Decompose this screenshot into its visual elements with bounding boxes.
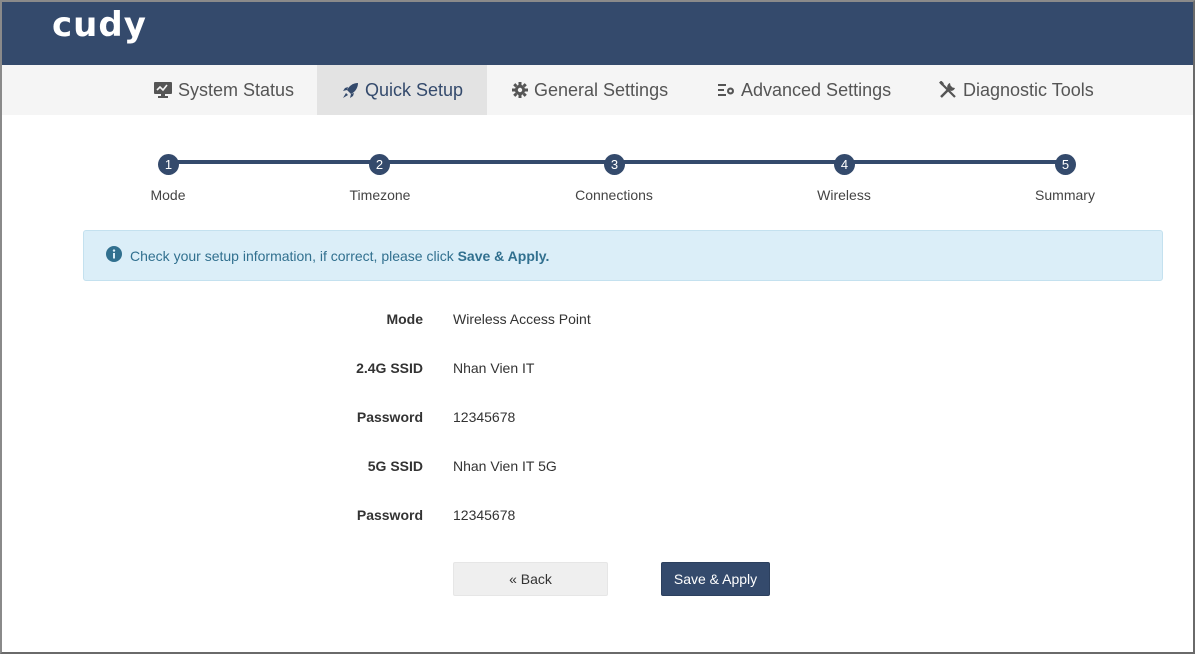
summary-value: Wireless Access Point bbox=[453, 311, 591, 327]
summary-row-24g-ssid: 2.4G SSID Nhan Vien IT bbox=[2, 360, 1193, 380]
step-2-label: Timezone bbox=[349, 187, 411, 203]
nav-label: System Status bbox=[178, 79, 295, 100]
step-3-label: Connections bbox=[575, 187, 653, 203]
summary-value: 12345678 bbox=[453, 507, 516, 523]
summary-value: Nhan Vien IT 5G bbox=[453, 458, 557, 474]
cudy-logo[interactable]: cudy bbox=[52, 5, 147, 45]
nav-label: Quick Setup bbox=[365, 79, 464, 100]
summary-value: Nhan Vien IT bbox=[453, 360, 535, 376]
info-icon bbox=[106, 246, 122, 265]
monitor-icon bbox=[154, 82, 172, 98]
summary-row-5g-ssid: 5G SSID Nhan Vien IT 5G bbox=[2, 458, 1193, 478]
step-5-marker: 5 bbox=[1055, 154, 1076, 175]
nav-label: Diagnostic Tools bbox=[963, 79, 1094, 100]
summary-row-mode: Mode Wireless Access Point bbox=[2, 311, 1193, 331]
summary-label: 2.4G SSID bbox=[356, 360, 423, 376]
step-2-marker: 2 bbox=[369, 154, 390, 175]
alert-text: Check your setup information, if correct… bbox=[130, 247, 550, 264]
save-apply-button[interactable]: Save & Apply bbox=[661, 562, 770, 596]
rocket-icon bbox=[342, 82, 359, 99]
summary-label: Mode bbox=[386, 311, 423, 327]
step-4-marker: 4 bbox=[834, 154, 855, 175]
step-4-label: Wireless bbox=[817, 187, 871, 203]
gear-icon bbox=[512, 82, 528, 98]
info-alert: Check your setup information, if correct… bbox=[83, 230, 1163, 281]
summary-value: 12345678 bbox=[453, 409, 516, 425]
back-button[interactable]: « Back bbox=[453, 562, 608, 596]
summary-row-24g-password: Password 12345678 bbox=[2, 409, 1193, 429]
nav-label: Advanced Settings bbox=[741, 79, 892, 100]
alert-emphasis: Save & Apply. bbox=[457, 247, 550, 264]
nav-diagnostic-tools[interactable]: Diagnostic Tools bbox=[939, 65, 1094, 115]
nav-label: General Settings bbox=[534, 79, 669, 100]
summary-row-5g-password: Password 12345678 bbox=[2, 507, 1193, 527]
nav-general-settings[interactable]: General Settings bbox=[512, 65, 668, 115]
advanced-settings-icon bbox=[718, 83, 735, 97]
step-1-marker: 1 bbox=[158, 154, 179, 175]
router-admin-window: cudy System Status Quick Setup General S… bbox=[0, 0, 1195, 654]
top-header: cudy bbox=[2, 2, 1193, 65]
nav-advanced-settings[interactable]: Advanced Settings bbox=[718, 65, 891, 115]
step-1-label: Mode bbox=[150, 187, 186, 203]
nav-system-status[interactable]: System Status bbox=[154, 65, 294, 115]
nav-quick-setup[interactable]: Quick Setup bbox=[317, 65, 487, 115]
summary-label: Password bbox=[356, 409, 423, 425]
summary-label: 5G SSID bbox=[367, 458, 423, 474]
summary-label: Password bbox=[356, 507, 423, 523]
tools-icon bbox=[939, 81, 957, 99]
main-nav: System Status Quick Setup General Settin… bbox=[2, 65, 1193, 115]
step-5-label: Summary bbox=[1035, 187, 1095, 203]
step-3-marker: 3 bbox=[604, 154, 625, 175]
